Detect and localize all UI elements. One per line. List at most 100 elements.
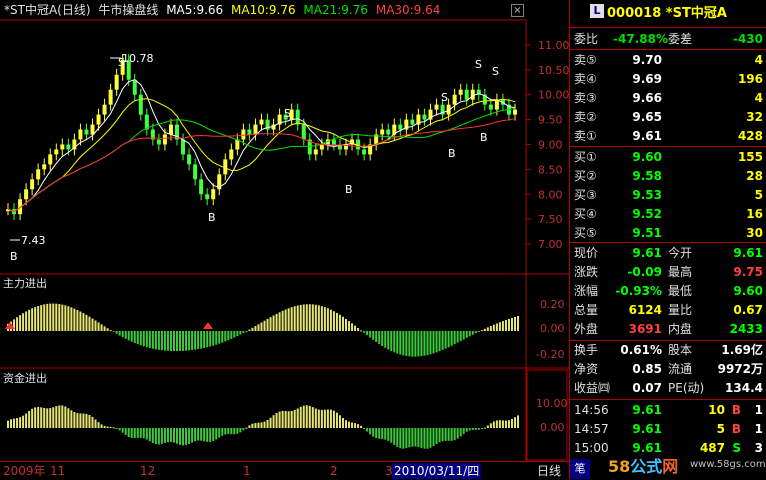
indicator-bar — [209, 331, 212, 347]
indicator-bar — [459, 331, 462, 342]
tick-time: 14:56 — [574, 403, 609, 417]
indicator-bar — [483, 328, 486, 331]
indicator-bar — [64, 406, 67, 428]
stat-row: 涨跌 -0.09 最高 9.75 — [570, 263, 766, 282]
indicator-bar — [188, 428, 191, 444]
indicator-bar — [465, 331, 468, 338]
indicator-bar — [263, 320, 266, 331]
indicator-bar — [399, 428, 402, 449]
indicator-bar — [474, 428, 477, 430]
stat-label: 内盘 — [668, 322, 693, 336]
quote-row: 买② 9.58 28 — [570, 167, 766, 186]
indicator-bar — [251, 423, 254, 428]
indicator-bar — [19, 417, 22, 428]
period-button[interactable]: 日线 — [537, 462, 561, 480]
indicator-bar — [299, 406, 302, 428]
time-axis: 2009年 11 12 1 2 3 2010/03/11/四 日线 — [0, 461, 569, 480]
stat-row: 收益㈣ 0.07 PE(动) 134.4 — [570, 379, 766, 398]
indicator-bar — [22, 313, 25, 331]
indicator-bar — [218, 331, 221, 344]
indicator-bar — [320, 409, 323, 428]
buy-signal: B — [345, 183, 353, 196]
indicator-bar — [426, 331, 429, 356]
candle-body — [42, 164, 47, 170]
indicator-bar — [335, 412, 338, 428]
tick-side: B — [731, 422, 741, 436]
indicator-bar — [510, 317, 513, 331]
row-volume: 428 — [737, 129, 763, 143]
indicator-bar — [76, 413, 79, 428]
indicator-bar — [109, 330, 112, 332]
indicator-bar — [314, 408, 317, 428]
indicator-bar — [10, 419, 13, 428]
tick-side: B — [731, 403, 741, 417]
indicator-bar — [242, 428, 245, 431]
indicator-bar — [287, 411, 290, 428]
axis-label: 11 — [50, 464, 66, 478]
axis-label: 2 — [330, 464, 338, 478]
indicator-bar — [453, 331, 456, 345]
candle-body — [102, 104, 107, 115]
moving-averages — [7, 79, 516, 213]
indicator-bar — [106, 328, 109, 331]
indicator-bar — [305, 405, 308, 428]
indicator-bar — [97, 422, 100, 428]
candle-body — [295, 109, 300, 125]
stat-value: 134.4 — [725, 381, 763, 395]
indicator-bar — [142, 428, 145, 439]
quote-panel: L 000018 *ST中冠A 委比 -47.88% 委差 -430 卖⑤ 9.… — [569, 0, 766, 479]
candle-body — [60, 144, 65, 150]
indicator-bar — [85, 314, 88, 331]
stat-label: 总量 — [574, 303, 599, 317]
axis-label: 1 — [243, 464, 251, 478]
indicator-bar — [136, 331, 139, 345]
indicator-bar — [61, 405, 64, 428]
tick-count: 1 — [754, 403, 763, 417]
indicator-bar — [477, 428, 480, 430]
candle-body — [36, 169, 41, 180]
row-price: 9.60 — [632, 150, 662, 164]
indicator-bar — [25, 413, 28, 428]
indicator-bar — [209, 428, 212, 442]
level-badge[interactable]: L — [590, 4, 604, 18]
candle-body — [380, 129, 385, 135]
candle-body — [386, 129, 391, 135]
sell-signal: S — [441, 91, 448, 104]
kline-chart-area[interactable]: 11.0010.5010.009.509.008.508.007.507.00 … — [0, 0, 569, 461]
indicator-bar — [191, 331, 194, 351]
candle-body — [470, 89, 475, 100]
quote-row: 卖② 9.65 32 — [570, 108, 766, 127]
indicator-bar — [320, 306, 323, 331]
indicator-bar — [76, 309, 79, 331]
stat-row: 涨幅 -0.93% 最低 9.60 — [570, 282, 766, 301]
indicator-bar — [453, 428, 456, 441]
indicator-bar — [299, 304, 302, 331]
indicator-bar — [185, 428, 188, 446]
stat-label: 涨跌 — [574, 265, 599, 279]
indicator-bar — [390, 331, 393, 352]
row-volume: 155 — [737, 150, 763, 164]
indicator-bar — [390, 428, 393, 443]
stat-value: -0.93% — [615, 284, 662, 298]
quote-row: 卖③ 9.66 4 — [570, 89, 766, 108]
indicator-bar — [459, 428, 462, 437]
candle-body — [193, 164, 198, 180]
axis-label: 2009年 — [3, 464, 46, 478]
indicator-bar — [266, 419, 269, 428]
indicator-bar — [166, 428, 169, 443]
indicator-bar — [375, 428, 378, 439]
indicator-bar — [360, 425, 363, 428]
indicator-bar — [323, 409, 326, 428]
stat-value: 6124 — [628, 303, 662, 317]
tab-tick[interactable]: 笔 — [570, 459, 590, 479]
candle-body — [259, 119, 264, 125]
indicator-bar — [124, 428, 127, 436]
axis-label: 12 — [140, 464, 156, 478]
indicator-bar — [447, 331, 450, 348]
indicator-bar — [179, 428, 182, 445]
stat-value: 3691 — [628, 322, 662, 336]
indicator-bar — [495, 420, 498, 428]
stat-label: 净资 — [574, 362, 599, 376]
stat-value: 9.75 — [733, 265, 763, 279]
indicator-bar — [417, 331, 420, 357]
